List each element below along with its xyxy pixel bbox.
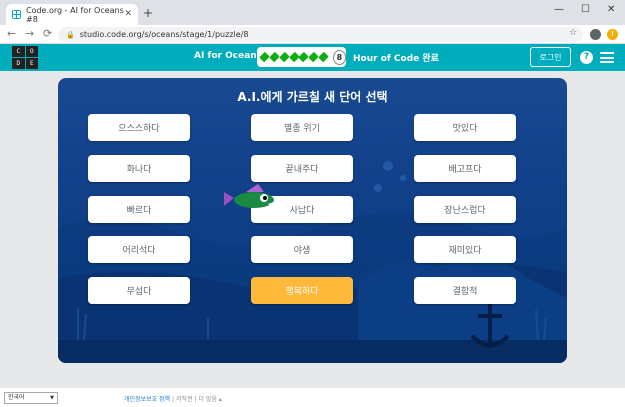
lock-icon: 🔒 bbox=[66, 30, 75, 39]
word-option-button[interactable]: 어리석다 bbox=[88, 236, 190, 263]
privacy-policy-link[interactable]: 개인정보보호 정책 bbox=[124, 396, 170, 403]
close-window-button[interactable]: ✕ bbox=[607, 4, 615, 15]
completed-level-dot[interactable] bbox=[318, 51, 329, 63]
game-stage: A.I.에게 가르칠 새 단어 선택 으스스하다 멸종 위기 맛있다 화나다 끝… bbox=[58, 78, 567, 363]
reload-icon[interactable]: ⟳ bbox=[43, 27, 52, 40]
code-org-logo[interactable]: C O D E bbox=[12, 46, 38, 69]
browser-toolbar: ← → ⟳ 🔒 studio.code.org/s/oceans/stage/1… bbox=[0, 25, 625, 44]
page-footer: 한국어 ▼ 개인정보보호 정책 | 저작권 | 더 많음 ▴ bbox=[0, 388, 625, 407]
fish-character-icon bbox=[224, 184, 274, 208]
current-level-bubble[interactable]: 8 bbox=[332, 49, 347, 65]
word-option-button[interactable]: 맛있다 bbox=[414, 114, 516, 141]
logo-letter: O bbox=[25, 46, 38, 57]
copyright-link[interactable]: 저작권 bbox=[176, 396, 193, 403]
minimize-button[interactable]: — bbox=[554, 4, 564, 15]
profile-avatar-icon[interactable] bbox=[590, 29, 601, 40]
level-progress: 8 bbox=[257, 47, 347, 67]
word-option-button[interactable]: 재미있다 bbox=[414, 236, 516, 263]
footer-separator: | bbox=[194, 396, 197, 403]
word-option-button[interactable]: 무섭다 bbox=[88, 277, 190, 304]
help-icon[interactable]: ? bbox=[580, 51, 593, 64]
language-value: 한국어 bbox=[8, 394, 25, 401]
word-option-button[interactable]: 야생 bbox=[251, 236, 353, 263]
chevron-down-icon: ▼ bbox=[50, 395, 54, 401]
logo-letter: D bbox=[12, 58, 25, 69]
word-option-button[interactable]: 빠르다 bbox=[88, 196, 190, 223]
maximize-button[interactable]: ☐ bbox=[581, 4, 590, 15]
language-select[interactable]: 한국어 ▼ bbox=[4, 392, 58, 404]
back-arrow-icon[interactable]: ← bbox=[7, 27, 16, 40]
login-button[interactable]: 로그인 bbox=[530, 47, 571, 67]
prompt-title: A.I.에게 가르칠 새 단어 선택 bbox=[237, 90, 388, 104]
new-tab-button[interactable]: + bbox=[143, 6, 153, 20]
tab-title: Code.org - AI for Oceans #8 bbox=[25, 5, 124, 24]
close-tab-icon[interactable]: ✕ bbox=[124, 9, 132, 19]
word-option-button[interactable]: 멸종 위기 bbox=[251, 114, 353, 141]
word-option-button[interactable]: 으스스하다 bbox=[88, 114, 190, 141]
address-bar[interactable]: 🔒 studio.code.org/s/oceans/stage/1/puzzl… bbox=[58, 27, 583, 42]
forward-arrow-icon[interactable]: → bbox=[25, 27, 34, 40]
footer-links: 개인정보보호 정책 | 저작권 | 더 많음 ▴ bbox=[124, 394, 222, 403]
logo-letter: E bbox=[25, 58, 38, 69]
site-header: C O D E AI for Oceans 8 Hour of Code 완료 … bbox=[0, 44, 625, 71]
more-link[interactable]: 더 많음 ▴ bbox=[198, 396, 221, 403]
browser-tab-strip: Code.org - AI for Oceans #8 ✕ + — ☐ ✕ bbox=[0, 0, 625, 25]
logo-letter: C bbox=[12, 46, 25, 57]
url-text: studio.code.org/s/oceans/stage/1/puzzle/… bbox=[79, 30, 249, 39]
browser-tab[interactable]: Code.org - AI for Oceans #8 ✕ bbox=[6, 4, 138, 25]
course-title[interactable]: AI for Oceans bbox=[194, 51, 262, 61]
completed-level-dot[interactable] bbox=[269, 51, 280, 63]
word-option-button[interactable]: 화나다 bbox=[88, 155, 190, 182]
footer-separator: | bbox=[172, 396, 175, 403]
word-option-button[interactable]: 장난스럽다 bbox=[414, 196, 516, 223]
word-option-button[interactable]: 배고프다 bbox=[414, 155, 516, 182]
word-option-button-selected[interactable]: 행복하다 bbox=[251, 277, 353, 304]
hour-of-code-finish[interactable]: Hour of Code 완료 bbox=[353, 51, 439, 64]
word-option-button[interactable]: 결함적 bbox=[414, 277, 516, 304]
completed-level-dot[interactable] bbox=[278, 51, 290, 63]
hamburger-menu-icon[interactable] bbox=[600, 52, 614, 63]
bookmark-star-icon[interactable]: ☆ bbox=[569, 28, 577, 38]
update-alert-icon[interactable]: ! bbox=[607, 29, 618, 40]
word-option-button[interactable]: 끝내주다 bbox=[251, 155, 353, 182]
code-org-favicon-icon bbox=[12, 10, 21, 19]
